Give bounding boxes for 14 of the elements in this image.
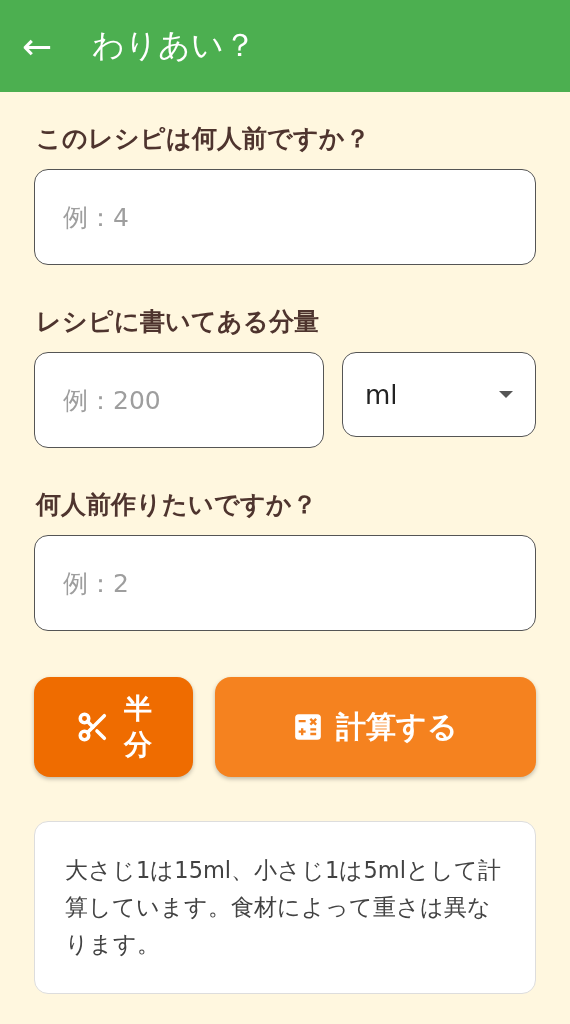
input-field[interactable]: 例：4 [34, 169, 536, 265]
calculator-icon [293, 713, 322, 741]
field-label: このレシピは何人前ですか？ [36, 123, 371, 155]
input-field[interactable]: 例：200 [34, 352, 324, 448]
field-label: レシピに書いてある分量 [36, 306, 320, 338]
field-label: 何人前作りたいですか？ [36, 489, 318, 521]
input-field[interactable]: 例：2 [34, 535, 536, 631]
info-note: 大さじ1は15ml、小さじ1は5mlとして計算しています。食材によって重さは異なります。 [34, 821, 536, 995]
calculate-button[interactable]: 計算する [215, 677, 536, 777]
back-button[interactable]: ← [22, 25, 53, 67]
caret-icon [499, 390, 513, 399]
half-button[interactable]: 半分 [34, 677, 194, 777]
unit-dropdown[interactable]: ml [342, 352, 536, 437]
app-title: わりあい？ [92, 25, 257, 66]
